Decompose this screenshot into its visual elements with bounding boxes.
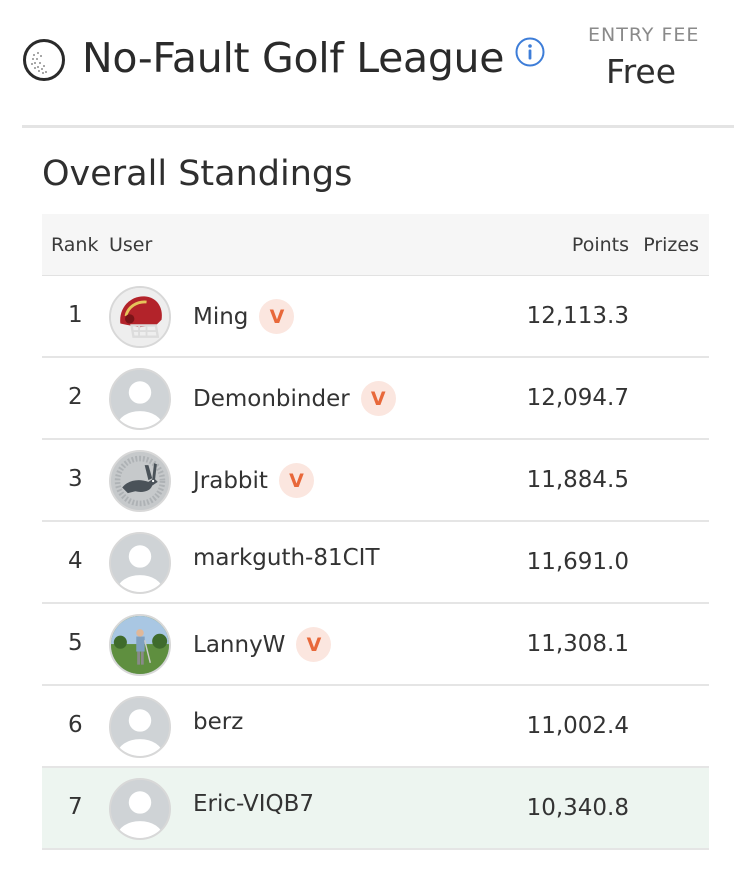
column-header-user[interactable]: User (109, 234, 152, 256)
rank-cell: 4 (68, 548, 83, 574)
column-header-points[interactable]: Points (572, 234, 629, 256)
standings-table: Rank User Points Prizes 1 Ming V 12,113.… (42, 214, 709, 850)
column-header-rank[interactable]: Rank (51, 234, 98, 256)
rank-cell: 7 (68, 794, 83, 820)
header-divider (22, 125, 734, 128)
points-cell: 11,691.0 (526, 549, 629, 575)
verified-badge: V (360, 381, 396, 416)
table-row-current-user[interactable]: 7 Eric-VIQB7 10,340.8 (42, 768, 709, 850)
golfer-photo-avatar[interactable] (109, 614, 171, 676)
default-avatar[interactable] (109, 532, 171, 594)
verified-badge: V (296, 627, 332, 662)
username[interactable]: Ming (193, 304, 248, 330)
table-row[interactable]: 5 LannyW V 11,308.1 (42, 604, 709, 686)
table-row[interactable]: 4 markguth-81CIT 11,691.0 (42, 522, 709, 604)
rank-cell: 2 (68, 384, 83, 410)
username[interactable]: Eric-VIQB7 (193, 791, 314, 817)
rank-cell: 1 (68, 302, 83, 328)
points-cell: 11,308.1 (526, 631, 629, 657)
points-cell: 12,113.3 (526, 303, 629, 329)
info-icon[interactable] (514, 36, 546, 68)
points-cell: 12,094.7 (526, 385, 629, 411)
username[interactable]: markguth-81CIT (193, 545, 380, 571)
golf-ball-icon (22, 38, 66, 82)
verified-badge: V (259, 299, 295, 334)
entry-fee-value: Free (606, 52, 677, 91)
username[interactable]: berz (193, 709, 243, 735)
league-header: No-Fault Golf League ENTRY FEE Free (0, 0, 734, 128)
username[interactable]: LannyW (193, 632, 285, 658)
table-row[interactable]: 1 Ming V 12,113.3 (42, 276, 709, 358)
default-avatar[interactable] (109, 778, 171, 840)
league-title: No-Fault Golf League (82, 34, 505, 82)
table-row[interactable]: 6 berz 11,002.4 (42, 686, 709, 768)
points-cell: 11,884.5 (526, 467, 629, 493)
username[interactable]: Jrabbit (193, 468, 268, 494)
standings-title: Overall Standings (42, 154, 353, 194)
default-avatar[interactable] (109, 368, 171, 430)
default-avatar[interactable] (109, 696, 171, 758)
table-row[interactable]: 3 Jrabbit V 11,884.5 (42, 440, 709, 522)
rank-cell: 5 (68, 630, 83, 656)
jackrabbit-avatar[interactable] (109, 450, 171, 512)
points-cell: 10,340.8 (526, 795, 629, 821)
column-header-prizes[interactable]: Prizes (643, 234, 699, 256)
rank-cell: 6 (68, 712, 83, 738)
rank-cell: 3 (68, 466, 83, 492)
table-row[interactable]: 2 Demonbinder V 12,094.7 (42, 358, 709, 440)
football-helmet-avatar[interactable] (109, 286, 171, 348)
username[interactable]: Demonbinder (193, 386, 350, 412)
entry-fee-label: ENTRY FEE (588, 24, 700, 46)
points-cell: 11,002.4 (526, 713, 629, 739)
table-header: Rank User Points Prizes (42, 214, 709, 276)
verified-badge: V (278, 463, 314, 498)
